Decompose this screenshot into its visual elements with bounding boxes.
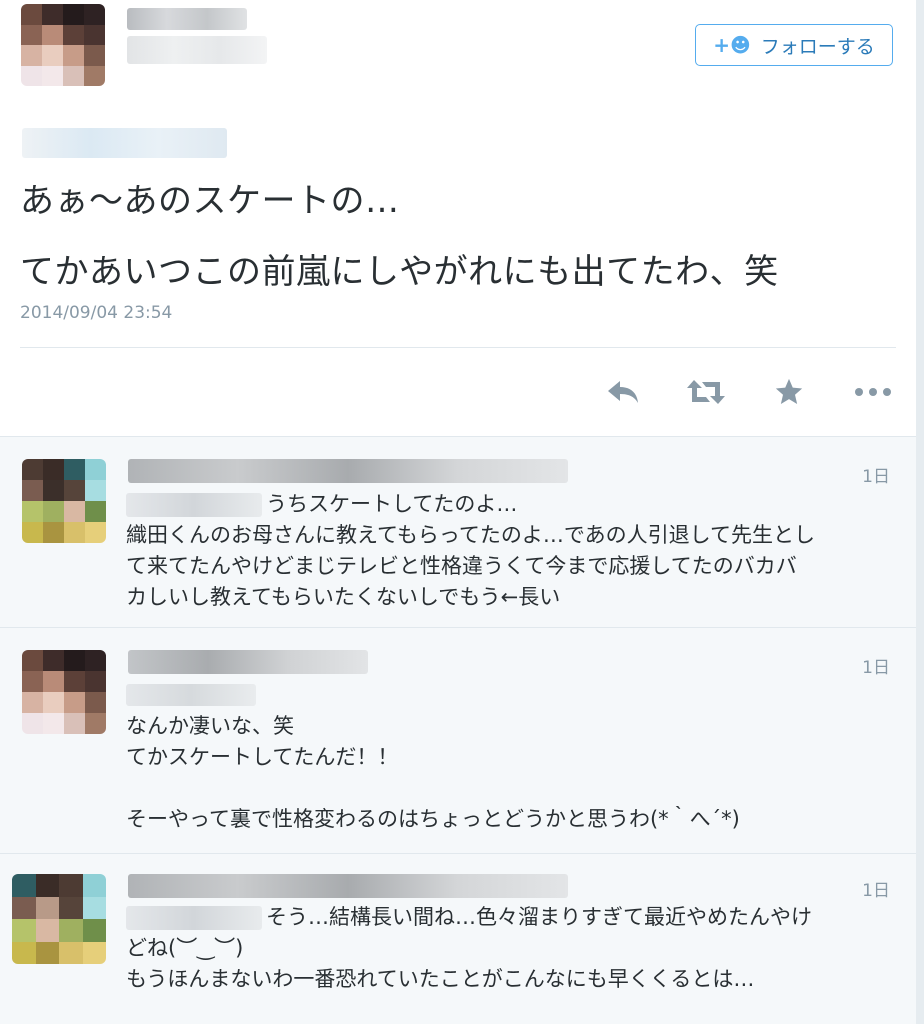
- scroll-edge: [916, 0, 924, 1024]
- author-handle-redacted: [126, 684, 256, 706]
- more-icon[interactable]: [852, 374, 894, 410]
- avatar[interactable]: [22, 650, 106, 734]
- author-name-redacted: [128, 650, 368, 674]
- avatar[interactable]: [12, 874, 106, 964]
- author-avatar[interactable]: [21, 4, 105, 86]
- follow-label: フォローする: [760, 35, 875, 58]
- author-name-redacted: [127, 8, 247, 30]
- author-name-redacted: [128, 874, 568, 898]
- list-item[interactable]: 1日 そう…結構長い間ね…色々溜まりすぎて最近やめたんやけ どね(︶‿︶) もう…: [0, 853, 916, 1025]
- reply-text-line: てかスケートしてたんだ！！: [126, 745, 399, 769]
- reply-text-line: 織田くんのお母さんに教えてもらってたのよ…であの人引退して先生とし: [126, 523, 816, 547]
- reply-text-line: もうほんまないわ一番恐れていたことがこんなにも早くくるとは…: [126, 967, 755, 991]
- reply-text-line: なんか凄いな、笑: [126, 714, 294, 738]
- tweet-text-line-1: あぁ〜あのスケートの…: [20, 181, 400, 221]
- reply-text-line: そう…結構長い間ね…色々溜まりすぎて最近やめたんやけ: [266, 905, 812, 929]
- reply-handle-redacted: [126, 493, 262, 517]
- reply-text-line: そーやって裏で性格変わるのはちょっとどうかと思うわ(*｀へ´*): [126, 807, 740, 831]
- replies-list: 1日 うちスケートしてたのよ… 織田くんのお母さんに教えてもらってたのよ…であの…: [0, 436, 916, 1024]
- follow-button[interactable]: +☻ フォローする: [695, 24, 893, 66]
- divider: [20, 347, 896, 348]
- list-item[interactable]: 1日 うちスケートしてたのよ… 織田くんのお母さんに教えてもらってたのよ…であの…: [0, 436, 916, 628]
- tweet-timestamp: 2014/09/04 23:54: [20, 303, 173, 323]
- reply-text-line: うちスケートしてたのよ…: [266, 492, 518, 516]
- reply-time: 1日: [862, 881, 890, 901]
- retweet-icon[interactable]: [686, 374, 726, 410]
- author-name-redacted: [128, 459, 568, 483]
- reply-handle-redacted: [126, 906, 262, 930]
- reply-time: 1日: [862, 658, 890, 678]
- reply-text-line: て来てたんやけどまじテレビと性格違うくて今まで応援してたのバカバ: [126, 554, 797, 578]
- avatar[interactable]: [22, 459, 106, 543]
- reply-icon[interactable]: [603, 374, 643, 410]
- reply-time: 1日: [862, 467, 890, 487]
- follow-user-icon: +☻: [713, 33, 751, 57]
- list-item[interactable]: 1日 なんか凄いな、笑 てかスケートしてたんだ！！ そーやって裏で性格変わるのは…: [0, 627, 916, 854]
- reply-to-handle-redacted: [22, 128, 227, 158]
- tweet-text-line-2: てかあいつこの前嵐にしやがれにも出てたわ、笑: [20, 252, 779, 292]
- favorite-icon[interactable]: [769, 374, 809, 410]
- reply-text-line: どね(︶‿︶): [126, 936, 244, 960]
- main-tweet: +☻ フォローする あぁ〜あのスケートの… てかあいつこの前嵐にしやがれにも出て…: [0, 0, 916, 436]
- author-handle-redacted: [127, 36, 267, 64]
- reply-text-line: カしいし教えてもらいたくないしでもう←長い: [126, 585, 561, 609]
